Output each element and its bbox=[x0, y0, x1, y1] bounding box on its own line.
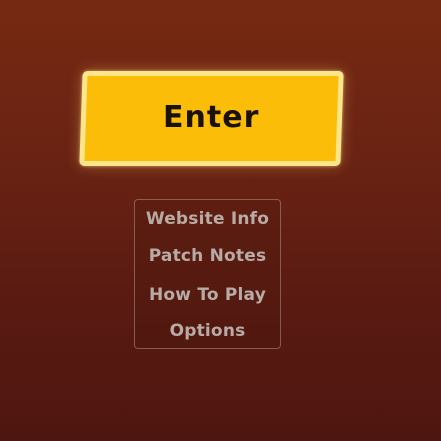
menu-item-options[interactable]: Options bbox=[135, 321, 280, 341]
menu-item-how-to-play[interactable]: How To Play bbox=[135, 285, 280, 305]
main-menu-screen: Enter Website Info Patch Notes How To Pl… bbox=[0, 0, 441, 441]
enter-button[interactable]: Enter bbox=[79, 71, 344, 166]
menu-item-patch-notes[interactable]: Patch Notes bbox=[135, 246, 280, 266]
enter-button-label: Enter bbox=[163, 100, 260, 135]
menu-panel: Website Info Patch Notes How To Play Opt… bbox=[134, 199, 281, 349]
menu-item-website-info[interactable]: Website Info bbox=[135, 209, 280, 229]
